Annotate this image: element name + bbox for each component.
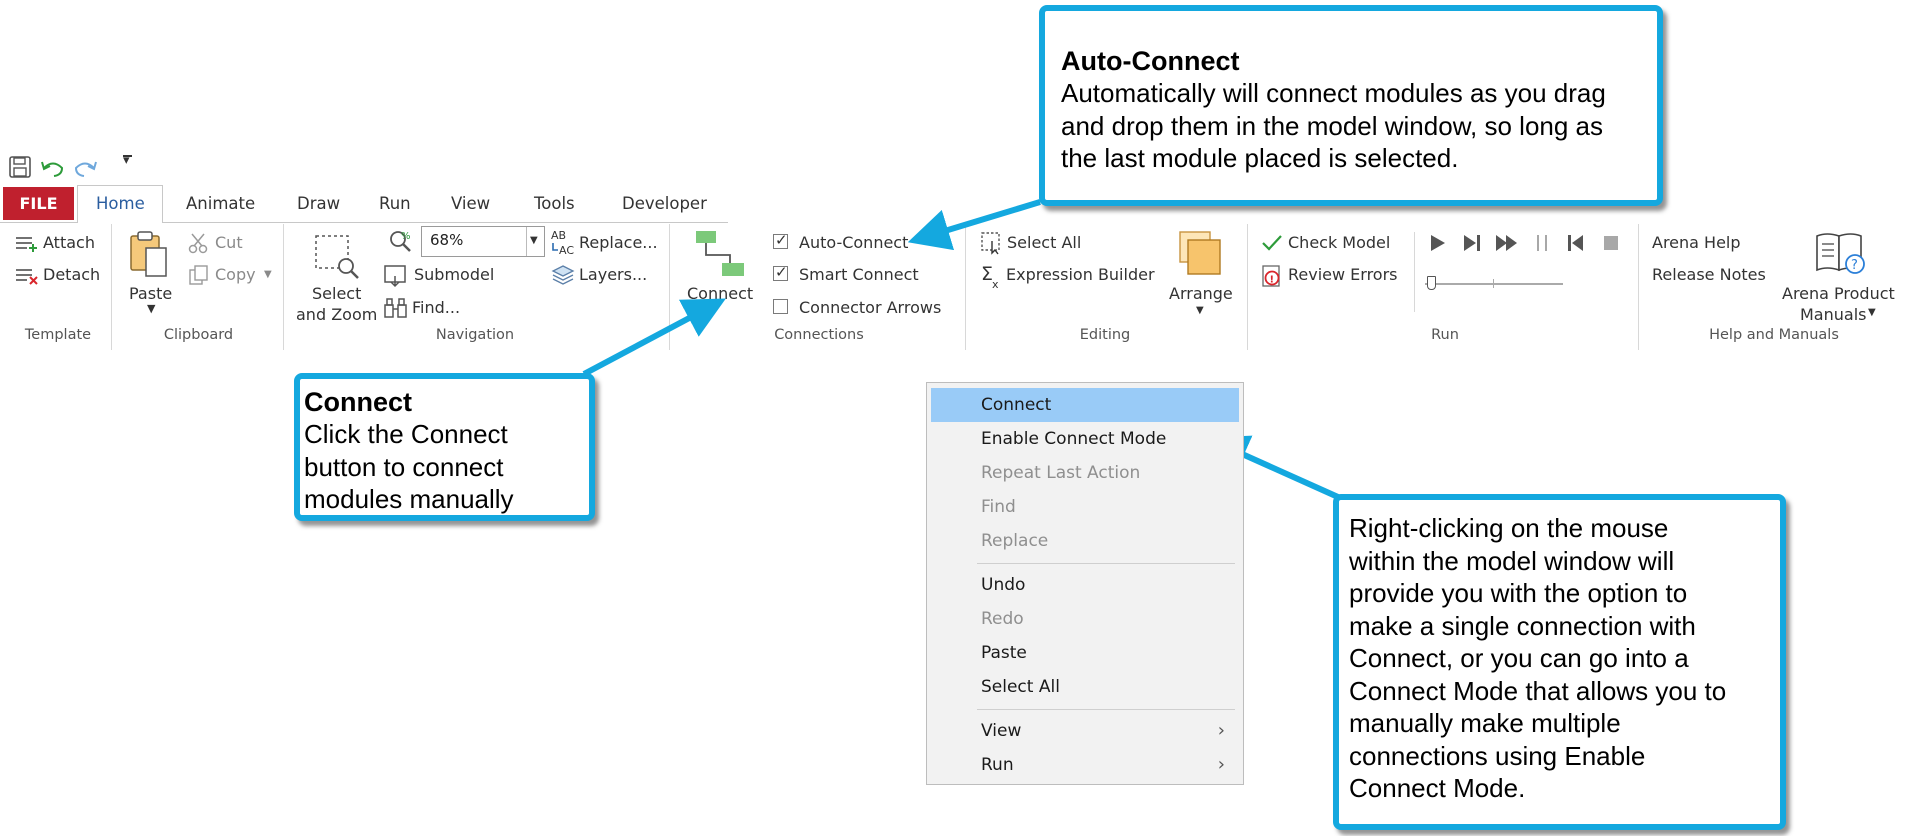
callout-right-click-line: provide you with the option to: [1349, 578, 1688, 608]
menu-item-run[interactable]: Run ›: [931, 748, 1239, 782]
callout-right-click-line: Connect Mode that allows you to: [1349, 675, 1727, 706]
menu-item-enable-connect-mode[interactable]: Enable Connect Mode: [931, 422, 1239, 456]
menu-item-replace[interactable]: Replace: [931, 524, 1239, 558]
callout-auto-connect: Auto-Connect Automatically will connect …: [1039, 5, 1663, 206]
menu-item-paste[interactable]: Paste: [931, 636, 1239, 670]
callout-auto-connect-line: Automatically will connect modules as yo…: [1061, 78, 1606, 108]
context-menu: Connect Enable Connect Mode Repeat Last …: [926, 382, 1244, 785]
callout-auto-connect-line: and drop them in the model window, so lo…: [1061, 110, 1604, 141]
menu-item-view[interactable]: View ›: [931, 714, 1239, 748]
callout-connect-line: modules manually: [304, 484, 514, 514]
callout-right-click-line: within the model window will: [1349, 545, 1675, 576]
menu-item-find[interactable]: Find: [931, 490, 1239, 524]
menu-item-repeat-last-action[interactable]: Repeat Last Action: [931, 456, 1239, 490]
callout-right-click: Right-clicking on the mouse within the m…: [1333, 494, 1786, 830]
callout-right-click-line: manually make multiple: [1349, 708, 1621, 738]
callout-right-click-line: Connect, or you can go into a: [1349, 643, 1689, 673]
callout-right-click-line: make a single connection with: [1349, 610, 1696, 641]
callout-right-click-line: Connect Mode.: [1349, 773, 1526, 803]
menu-item-select-all[interactable]: Select All: [931, 670, 1239, 704]
menu-separator: [977, 709, 1235, 710]
callout-connect-title: Connect: [304, 387, 412, 417]
callout-auto-connect-title: Auto-Connect: [1061, 46, 1240, 76]
menu-separator: [977, 563, 1235, 564]
callout-connect: Connect Click the Connect button to conn…: [294, 373, 595, 521]
chevron-right-icon: ›: [1217, 720, 1225, 741]
arrow-auto-connect: [907, 199, 1041, 251]
menu-item-connect[interactable]: Connect: [931, 388, 1239, 422]
callout-connect-line: button to connect: [304, 451, 504, 482]
callout-connect-line: Click the Connect: [304, 419, 508, 449]
chevron-right-icon: ›: [1217, 754, 1225, 775]
arrow-connect: [582, 298, 726, 377]
menu-item-undo[interactable]: Undo: [931, 568, 1239, 602]
callout-auto-connect-line: the last module placed is selected.: [1061, 143, 1459, 173]
callout-right-click-line: Right-clicking on the mouse: [1349, 513, 1669, 543]
menu-item-redo[interactable]: Redo: [931, 602, 1239, 636]
callout-right-click-line: connections using Enable: [1349, 740, 1646, 771]
